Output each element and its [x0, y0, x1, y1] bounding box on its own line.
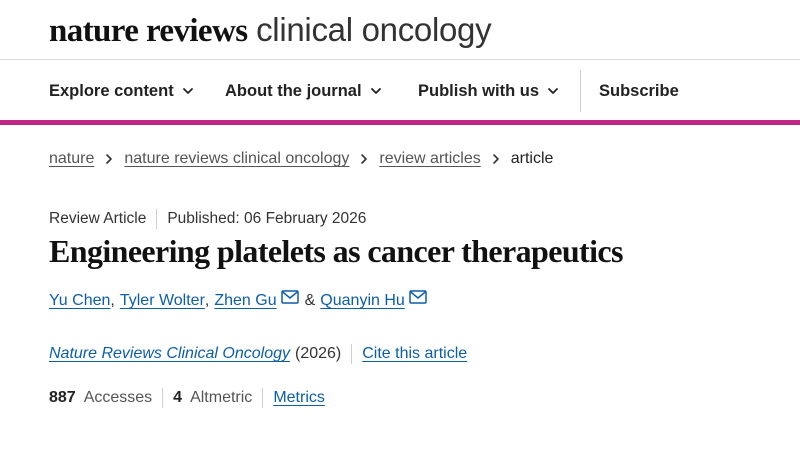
chevron-right-icon	[491, 153, 501, 165]
chevron-down-icon	[182, 85, 194, 97]
meta-divider	[156, 209, 158, 229]
email-icon[interactable]	[280, 290, 299, 304]
article-type: Review Article	[49, 210, 147, 227]
nav-subscribe-label: Subscribe	[599, 81, 679, 100]
email-icon[interactable]	[409, 290, 427, 304]
article-metrics: 887 Accesses 4 Altmetric Metrics	[49, 388, 325, 408]
nav-explore-content-label: Explore content	[49, 81, 174, 100]
nav-subscribe[interactable]: Subscribe	[599, 60, 679, 122]
nav-about-journal[interactable]: About the journal	[225, 60, 382, 122]
author-link[interactable]: Yu Chen	[49, 292, 110, 310]
breadcrumb-item-review-articles[interactable]: review articles	[379, 150, 480, 168]
chevron-down-icon	[547, 85, 559, 97]
nav-explore-content[interactable]: Explore content	[49, 60, 194, 122]
accesses-count: 887	[49, 389, 76, 406]
metrics-link[interactable]: Metrics	[273, 389, 325, 407]
breadcrumb: nature nature reviews clinical oncology …	[49, 148, 553, 170]
breadcrumb-item-nature[interactable]: nature	[49, 150, 94, 168]
article-meta: Review Article Published: 06 February 20…	[49, 209, 366, 229]
masthead: nature reviews clinical oncology	[0, 0, 800, 60]
author-list: Yu Chen , Tyler Wolter , Zhen Gu & Quany…	[49, 290, 429, 310]
citation-divider	[351, 344, 353, 364]
metrics-divider	[262, 388, 264, 408]
altmetric-count: 4	[173, 389, 183, 406]
metrics-divider	[162, 388, 164, 408]
publication-year: (2026)	[294, 345, 342, 362]
accent-bar	[0, 120, 800, 125]
main-nav: Explore content About the journal Publis…	[0, 60, 800, 122]
published-date: Published: 06 February 2026	[167, 210, 367, 227]
author-and: &	[304, 292, 316, 309]
altmetric-label: Altmetric	[190, 389, 253, 406]
nav-publish-with-us[interactable]: Publish with us	[418, 60, 559, 122]
article-title: Engineering platelets as cancer therapeu…	[49, 233, 623, 269]
journal-link[interactable]: Nature Reviews Clinical Oncology	[49, 345, 290, 363]
nav-about-journal-label: About the journal	[225, 81, 362, 100]
nav-publish-with-us-label: Publish with us	[418, 81, 540, 100]
breadcrumb-item-journal[interactable]: nature reviews clinical oncology	[124, 150, 349, 168]
nav-divider	[580, 70, 581, 112]
author-separator: ,	[204, 292, 210, 309]
logo-light-text: clinical oncology	[256, 11, 492, 48]
cite-article-link[interactable]: Cite this article	[362, 345, 467, 363]
author-link[interactable]: Quanyin Hu	[320, 292, 405, 310]
author-link[interactable]: Tyler Wolter	[120, 292, 205, 310]
breadcrumb-current: article	[510, 150, 554, 167]
chevron-down-icon	[370, 85, 382, 97]
author-link[interactable]: Zhen Gu	[214, 292, 276, 310]
citation-line: Nature Reviews Clinical Oncology (2026) …	[49, 344, 467, 364]
chevron-right-icon	[104, 153, 114, 165]
accesses-label: Accesses	[83, 389, 153, 406]
chevron-right-icon	[359, 153, 369, 165]
journal-logo[interactable]: nature reviews clinical oncology	[49, 10, 492, 51]
author-separator: ,	[110, 292, 115, 309]
logo-bold-text: nature reviews	[49, 13, 248, 49]
